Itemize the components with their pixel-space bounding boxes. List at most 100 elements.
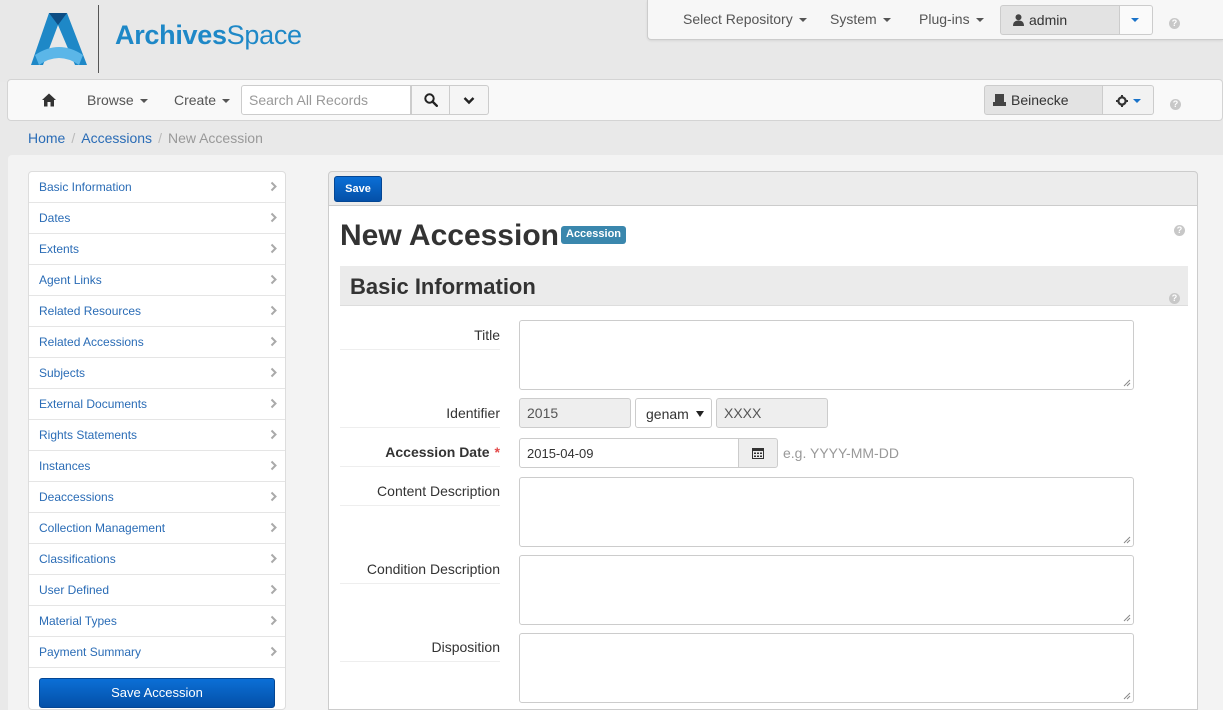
repository-icon (993, 94, 1006, 106)
navbar-help-icon[interactable]: ? (1170, 94, 1181, 110)
sidebar-item-label: External Documents (39, 397, 148, 411)
resize-handle-icon[interactable] (1123, 614, 1131, 622)
sidebar-item-label: Classifications (39, 552, 116, 566)
save-accession-button[interactable]: Save Accession (39, 678, 275, 708)
sidebar-item-label: Basic Information (39, 180, 132, 194)
brand-wordmark[interactable]: ArchivesSpace (115, 20, 302, 51)
sidebar-item-label: Subjects (39, 366, 86, 380)
sidebar-item-related-resources[interactable]: Related Resources (29, 296, 285, 327)
disposition-field[interactable] (519, 633, 1134, 703)
sidebar-item-payment-summary[interactable]: Payment Summary (29, 637, 285, 668)
archivesspace-logo-icon[interactable] (31, 13, 87, 65)
plugins-menu[interactable]: Plug-ins (919, 11, 984, 27)
dropdown-arrow-icon (696, 411, 704, 417)
sidebar-item-material-types[interactable]: Material Types (29, 606, 285, 637)
system-menu[interactable]: System (830, 11, 891, 27)
section-basic-information: Basic Information ? (340, 266, 1188, 306)
help-icon[interactable]: ? (1169, 13, 1180, 29)
home-icon[interactable] (42, 93, 56, 107)
chevron-right-icon (270, 367, 277, 378)
chevron-right-icon (270, 305, 277, 316)
identifier-label: Identifier (340, 405, 500, 428)
sidebar-item-label: Payment Summary (39, 645, 142, 659)
sidebar-item-subjects[interactable]: Subjects (29, 358, 285, 389)
chevron-right-icon (270, 429, 277, 440)
identifier-part-2-select[interactable]: genam (635, 398, 712, 428)
sidebar-item-label: User Defined (39, 583, 110, 597)
sidebar-item-agent-links[interactable]: Agent Links (29, 265, 285, 296)
gear-icon (1116, 95, 1128, 107)
current-repository-button[interactable]: Beinecke (984, 85, 1103, 115)
brand-name-light: Space (226, 20, 302, 50)
sidebar-item-label: Collection Management (39, 521, 166, 535)
sidebar-item-instances[interactable]: Instances (29, 451, 285, 482)
search-icon (424, 93, 438, 107)
user-icon (1013, 14, 1024, 26)
create-label: Create (174, 92, 217, 108)
sidebar-item-user-defined[interactable]: User Defined (29, 575, 285, 606)
select-repository-menu[interactable]: Select Repository (683, 11, 807, 27)
create-menu[interactable]: Create (174, 92, 231, 108)
chevron-right-icon (270, 243, 277, 254)
chevron-right-icon (270, 491, 277, 502)
form-section-sidebar: Basic Information Dates Extents Agent Links… (28, 171, 286, 710)
identifier-part-3[interactable]: XXXX (716, 398, 828, 428)
identifier-part-1[interactable]: 2015 (519, 398, 631, 428)
user-button[interactable]: admin (1000, 5, 1120, 35)
resize-handle-icon[interactable] (1123, 379, 1131, 387)
search-button[interactable] (411, 85, 450, 115)
accession-form: New Accession Accession ? Basic Informat… (328, 206, 1198, 710)
chevron-right-icon (270, 646, 277, 657)
chevron-right-icon (270, 553, 277, 564)
main-navbar: Browse Create Beinecke ? (7, 79, 1223, 121)
disposition-label: Disposition (340, 639, 500, 662)
content-description-field[interactable] (519, 477, 1134, 547)
breadcrumb-home[interactable]: Home (28, 130, 65, 146)
chevron-right-icon (270, 522, 277, 533)
advanced-search-toggle[interactable] (450, 85, 489, 115)
breadcrumb-accessions[interactable]: Accessions (81, 130, 152, 146)
chevron-right-icon (270, 460, 277, 471)
breadcrumb-current: New Accession (167, 130, 263, 146)
sidebar-item-external-documents[interactable]: External Documents (29, 389, 285, 420)
caret-down-icon (222, 99, 231, 104)
search-input[interactable] (241, 85, 411, 115)
accession-date-input[interactable]: 2015-04-09 (519, 438, 739, 468)
resize-handle-icon[interactable] (1123, 536, 1131, 544)
sidebar-item-collection-management[interactable]: Collection Management (29, 513, 285, 544)
sidebar-item-classifications[interactable]: Classifications (29, 544, 285, 575)
chevron-down-icon (463, 97, 475, 105)
browse-menu[interactable]: Browse (87, 92, 148, 108)
save-button[interactable]: Save (334, 176, 382, 202)
section-help-icon[interactable]: ? (1169, 281, 1180, 307)
accession-date-label-text: Accession Date (385, 444, 490, 460)
resize-handle-icon[interactable] (1123, 692, 1131, 700)
date-picker-button[interactable] (738, 438, 778, 468)
sidebar-item-label: Extents (39, 242, 80, 256)
browse-label: Browse (87, 92, 134, 108)
sidebar-item-basic-information[interactable]: Basic Information (29, 172, 285, 203)
sidebar-item-label: Related Accessions (39, 335, 144, 349)
sidebar-item-related-accessions[interactable]: Related Accessions (29, 327, 285, 358)
sidebar-item-label: Rights Statements (39, 428, 138, 442)
caret-down-icon (798, 18, 807, 23)
caret-down-icon (1131, 18, 1139, 22)
breadcrumb-separator: / (71, 130, 76, 146)
sidebar-item-label: Deaccessions (39, 490, 114, 504)
title-field[interactable] (519, 320, 1134, 390)
sidebar-item-extents[interactable]: Extents (29, 234, 285, 265)
form-help-icon[interactable]: ? (1174, 220, 1185, 236)
sidebar-item-label: Related Resources (39, 304, 142, 318)
sidebar-item-deaccessions[interactable]: Deaccessions (29, 482, 285, 513)
breadcrumb: Home / Accessions / New Accession (28, 130, 263, 146)
sidebar-item-dates[interactable]: Dates (29, 203, 285, 234)
user-menu-toggle[interactable] (1120, 5, 1153, 35)
condition-description-field[interactable] (519, 555, 1134, 625)
breadcrumb-separator: / (158, 130, 162, 146)
chevron-right-icon (270, 274, 277, 285)
sidebar-item-label: Agent Links (39, 273, 102, 287)
repository-settings-button[interactable] (1103, 85, 1154, 115)
sidebar-item-rights-statements[interactable]: Rights Statements (29, 420, 285, 451)
system-label: System (830, 11, 877, 27)
chevron-right-icon (270, 398, 277, 409)
